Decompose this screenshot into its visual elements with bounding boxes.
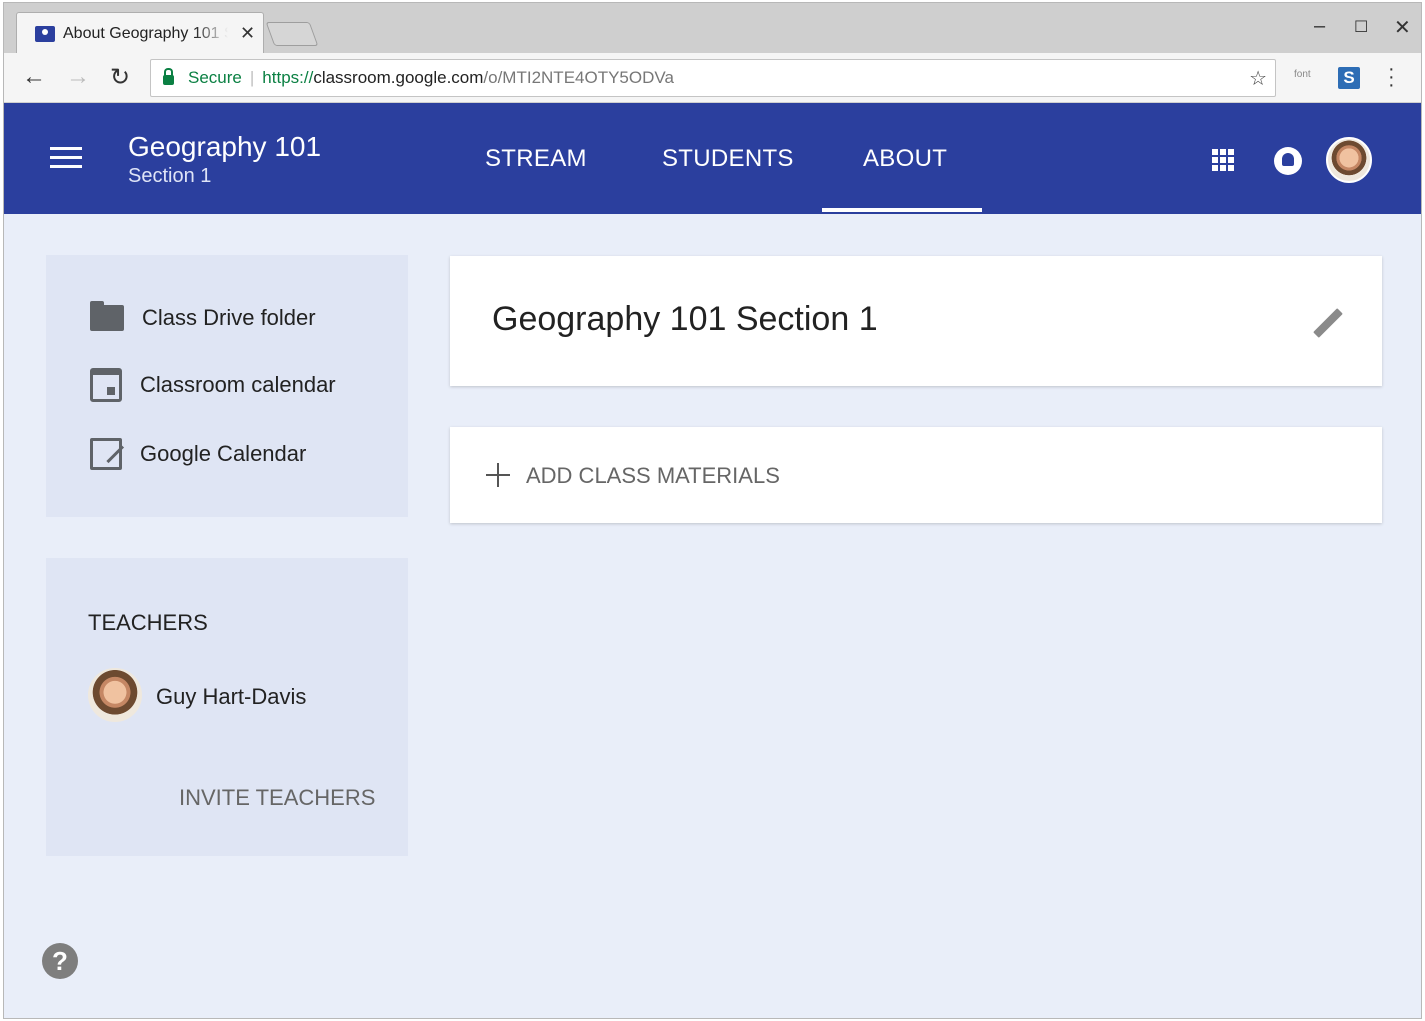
secure-label: Secure xyxy=(188,68,242,87)
tab-about[interactable]: ABOUT xyxy=(863,145,947,173)
omnibox-divider: | xyxy=(249,68,255,87)
teacher-avatar xyxy=(88,668,142,722)
tab-stream[interactable]: STREAM xyxy=(485,145,587,173)
new-tab-button[interactable] xyxy=(265,22,319,46)
tab-strip: About Geography 101 Section 1 ✕ – ☐ ✕ xyxy=(4,3,1421,54)
url-host: classroom.google.com xyxy=(313,68,484,87)
minimize-icon[interactable]: – xyxy=(1314,15,1325,38)
s-extension-icon[interactable]: S xyxy=(1338,67,1360,89)
calendar-icon xyxy=(90,368,122,402)
link-label: Google Calendar xyxy=(140,441,307,466)
help-icon[interactable]: ? xyxy=(42,943,78,979)
tab-close-icon[interactable]: ✕ xyxy=(240,23,255,44)
apps-grid-icon[interactable] xyxy=(1212,149,1234,171)
back-arrow-icon[interactable]: ← xyxy=(22,63,46,91)
tab-students[interactable]: STUDENTS xyxy=(662,145,794,173)
active-tab-indicator xyxy=(822,208,982,212)
reload-icon[interactable]: ↻ xyxy=(110,63,130,92)
class-drive-folder-link[interactable]: Class Drive folder xyxy=(90,301,316,331)
teacher-name: Guy Hart-Davis xyxy=(156,684,307,709)
class-title[interactable]: Geography 101 xyxy=(128,131,321,163)
browser-tab[interactable]: About Geography 101 Section 1 ✕ xyxy=(16,12,264,54)
maximize-icon[interactable]: ☐ xyxy=(1354,17,1368,37)
browser-toolbar: ← → ↻ Secure | https:// classroom.google… xyxy=(4,53,1421,103)
edit-pencil-icon[interactable] xyxy=(1312,308,1342,338)
font-extension-icon[interactable]: font xyxy=(1294,69,1311,80)
link-label: Classroom calendar xyxy=(140,372,336,397)
class-links-card: Class Drive folder Classroom calendar Go… xyxy=(46,255,408,517)
classroom-calendar-link[interactable]: Classroom calendar xyxy=(90,368,336,402)
browser-menu-icon[interactable]: · · · xyxy=(1388,59,1395,95)
lock-icon xyxy=(163,68,174,85)
url-path: /o/MTI2NTE4OTY5ODVa xyxy=(483,68,674,87)
plus-icon xyxy=(486,463,510,487)
classroom-favicon-icon xyxy=(35,25,55,42)
class-title-card: Geography 101 Section 1 xyxy=(450,256,1382,386)
teachers-heading: TEACHERS xyxy=(88,610,208,635)
address-bar[interactable]: Secure | https:// classroom.google.com /… xyxy=(150,59,1276,97)
add-class-materials-label: ADD CLASS MATERIALS xyxy=(526,463,780,488)
folder-icon xyxy=(90,301,124,331)
browser-window: About Geography 101 Section 1 ✕ – ☐ ✕ ← … xyxy=(3,2,1422,1019)
external-link-icon xyxy=(90,438,122,470)
classroom-app-bar: Geography 101 Section 1 STREAM STUDENTS … xyxy=(4,103,1421,214)
class-section: Section 1 xyxy=(128,165,212,187)
close-window-icon[interactable]: ✕ xyxy=(1394,15,1411,40)
account-avatar[interactable] xyxy=(1326,137,1372,183)
add-class-materials-button[interactable]: ADD CLASS MATERIALS xyxy=(450,427,1382,523)
bookmark-star-icon[interactable]: ☆ xyxy=(1249,66,1267,91)
forward-arrow-icon[interactable]: → xyxy=(66,63,90,91)
google-calendar-link[interactable]: Google Calendar xyxy=(90,438,306,470)
notifications-bell-icon[interactable] xyxy=(1274,147,1302,175)
invite-teachers-button[interactable]: INVITE TEACHERS xyxy=(179,785,375,811)
teachers-card: TEACHERS Guy Hart-Davis INVITE TEACHERS xyxy=(46,558,408,856)
link-label: Class Drive folder xyxy=(142,305,316,330)
url-scheme: https:// xyxy=(262,68,314,87)
menu-icon[interactable] xyxy=(50,147,82,169)
class-full-title: Geography 101 Section 1 xyxy=(492,300,878,338)
tab-title: About Geography 101 Section 1 xyxy=(63,24,228,42)
